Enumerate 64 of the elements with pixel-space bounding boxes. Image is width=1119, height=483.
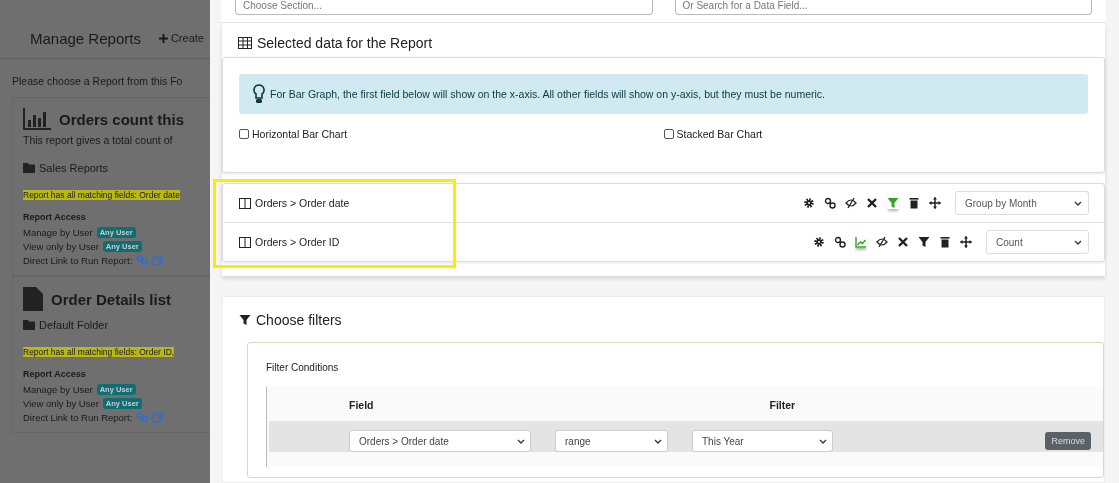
line-chart-icon[interactable] — [855, 236, 867, 248]
access-label: Manage by User — [23, 383, 93, 395]
move-icon[interactable] — [929, 197, 941, 209]
access-label: Manage by User — [23, 226, 93, 238]
matching-fields-note: Report has all matching fields: Order ID, — [23, 347, 175, 357]
trash-icon[interactable] — [908, 197, 920, 209]
link-icon[interactable] — [824, 197, 836, 209]
group-label: Filter Conditions — [266, 362, 339, 373]
section-heading: Selected data for the Report — [257, 35, 433, 51]
section-select[interactable]: Choose Section... — [235, 0, 653, 15]
folder-name: Sales Reports — [39, 162, 109, 174]
folder-icon — [23, 320, 35, 330]
intro-text: Please choose a Report from this Fo — [12, 75, 184, 87]
field-name: Orders > Order ID — [255, 236, 341, 248]
lightbulb-icon — [253, 84, 265, 104]
field-select[interactable]: Orders > Order date — [349, 430, 531, 452]
close-icon[interactable] — [897, 236, 909, 248]
folder-icon — [23, 163, 35, 173]
column-icon — [239, 197, 251, 209]
access-label: View only by User — [23, 240, 99, 252]
move-icon[interactable] — [960, 236, 972, 248]
chevron-down-icon — [1074, 239, 1082, 245]
filter-icon — [239, 314, 251, 326]
report-description: This report gives a total count of — [23, 134, 174, 146]
plus-icon — [158, 33, 168, 43]
column-header: Filter — [769, 399, 796, 411]
aggregation-select[interactable]: Count — [986, 230, 1089, 254]
hint-text: For Bar Graph, the first field below will show on the x-axis. All other fields will show on y-axis, but they must be numeric. — [270, 88, 825, 100]
chevron-down-icon — [517, 438, 525, 444]
close-icon[interactable] — [866, 197, 878, 209]
settings-icon[interactable] — [813, 236, 825, 248]
file-icon — [23, 287, 43, 311]
chevron-down-icon — [1074, 200, 1082, 206]
field-name: Orders > Order date — [255, 197, 351, 209]
page-title: Manage Reports — [30, 29, 141, 47]
report-title: Order Details list — [51, 290, 172, 308]
matching-fields-note: Report has all matching fields: Order date — [23, 190, 180, 200]
report-title: Orders count this — [59, 110, 185, 128]
remove-button[interactable]: Remove — [1045, 432, 1091, 450]
operator-select[interactable]: range — [555, 430, 668, 452]
chevron-down-icon — [654, 438, 662, 444]
link-icon[interactable] — [834, 236, 846, 248]
access-heading: Report Access — [23, 212, 87, 222]
access-label: Direct Link to Run Report: — [23, 411, 133, 423]
access-label: Direct Link to Run Report: — [23, 254, 133, 266]
eye-slash-icon[interactable] — [845, 197, 857, 209]
table-icon — [238, 37, 252, 49]
chart-option-checkbox[interactable]: Horizontal Bar Chart — [239, 128, 664, 140]
settings-icon[interactable] — [803, 197, 815, 209]
chart-option-checkbox[interactable]: Stacked Bar Chart — [663, 128, 1088, 140]
chevron-down-icon — [819, 438, 827, 444]
folder-name: Default Folder — [39, 319, 109, 331]
section-heading: Choose filters — [256, 312, 342, 328]
aggregation-select[interactable]: Group by Month — [955, 191, 1089, 215]
column-header: Field — [349, 399, 374, 411]
eye-slash-icon[interactable] — [876, 236, 888, 248]
search-field[interactable]: Or Search for a Data Field... — [674, 0, 1092, 15]
access-heading: Report Access — [23, 369, 87, 379]
trash-icon[interactable] — [939, 236, 951, 248]
column-icon — [239, 236, 251, 248]
access-label: View only by User — [23, 397, 99, 409]
value-select[interactable]: This Year — [692, 430, 833, 452]
bar-chart-icon — [23, 108, 51, 130]
filter-icon[interactable] — [918, 236, 930, 248]
